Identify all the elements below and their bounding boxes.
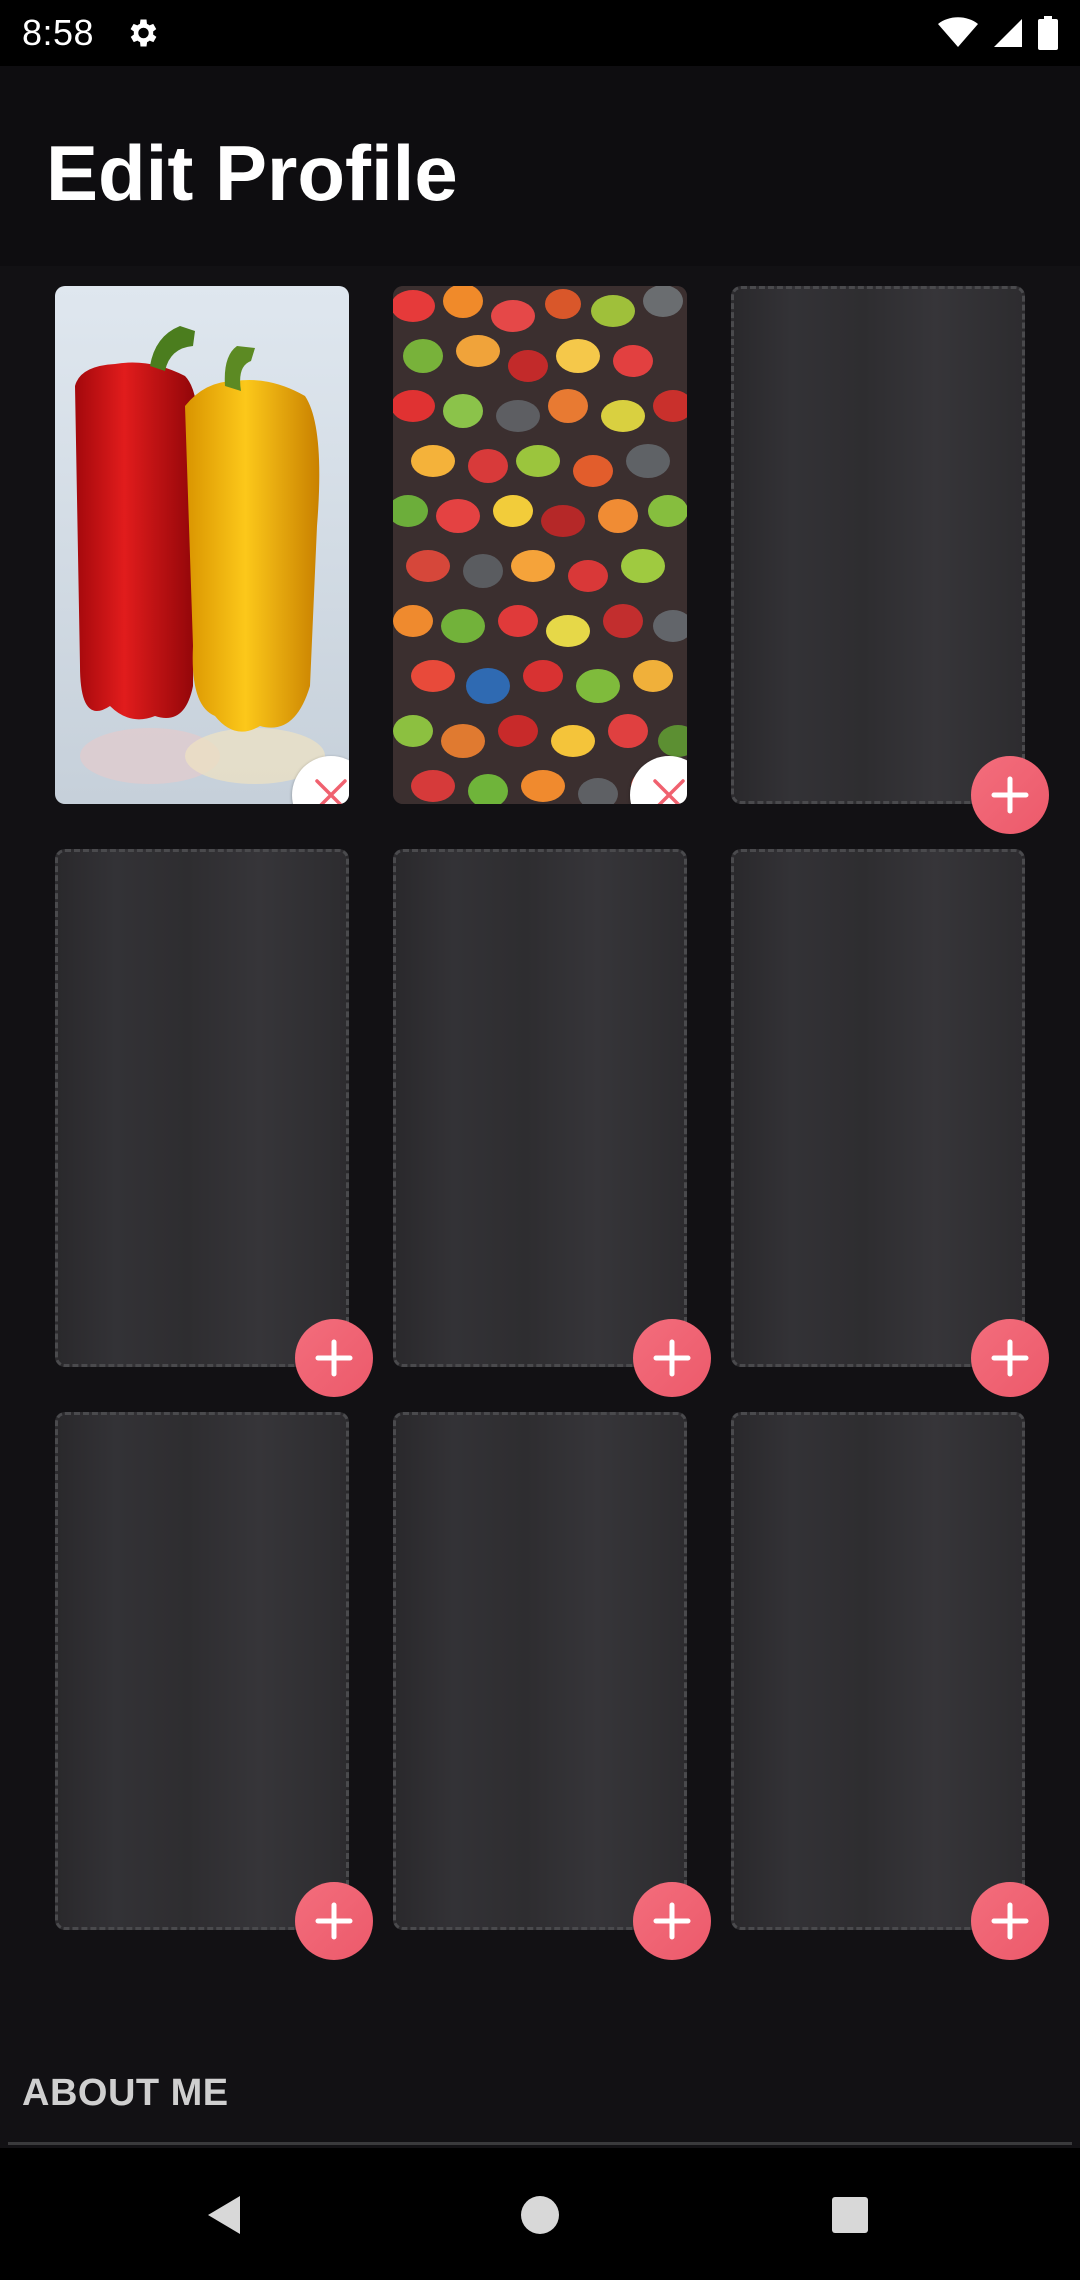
navigation-bar — [0, 2148, 1080, 2280]
about-me-divider — [8, 2142, 1072, 2145]
add-photo-button[interactable] — [633, 1882, 711, 1960]
plus-icon — [653, 1339, 691, 1377]
edit-profile-screen: 8:58 Edit Profile ABOUT ME — [0, 0, 1080, 2280]
plus-icon — [315, 1902, 353, 1940]
plus-icon — [991, 1902, 1029, 1940]
photo-slot-6[interactable] — [731, 849, 1049, 1397]
home-icon[interactable] — [515, 2190, 565, 2240]
photo-slot-3[interactable] — [731, 286, 1049, 834]
wifi-icon — [938, 17, 978, 49]
add-photo-button[interactable] — [295, 1319, 373, 1397]
status-bar: 8:58 — [0, 0, 1080, 66]
plus-icon — [315, 1339, 353, 1377]
photo-slot-8[interactable] — [393, 1412, 711, 1960]
close-icon — [315, 779, 347, 804]
photo-slot-9[interactable] — [731, 1412, 1049, 1960]
plus-icon — [991, 1339, 1029, 1377]
add-photo-button[interactable] — [295, 1882, 373, 1960]
add-photo-button[interactable] — [633, 1319, 711, 1397]
photo-slot-1[interactable] — [55, 286, 349, 804]
peppers-photo — [55, 286, 349, 804]
photo-grid — [0, 266, 1080, 1966]
status-time: 8:58 — [22, 12, 95, 53]
header: Edit Profile — [0, 66, 1080, 266]
battery-icon — [1038, 16, 1058, 50]
cell-signal-icon — [992, 17, 1024, 49]
add-photo-button[interactable] — [971, 1882, 1049, 1960]
page-title: Edit Profile — [46, 129, 458, 217]
about-me-heading: ABOUT ME — [22, 2072, 229, 2114]
jelly-beans-photo — [393, 286, 687, 804]
close-icon — [653, 779, 685, 804]
gear-icon — [124, 15, 160, 51]
add-photo-button[interactable] — [971, 1319, 1049, 1397]
recents-icon[interactable] — [825, 2190, 875, 2240]
plus-icon — [991, 776, 1029, 814]
photo-slot-5[interactable] — [393, 849, 711, 1397]
back-icon[interactable] — [200, 2190, 250, 2240]
photo-slot-2[interactable] — [393, 286, 687, 804]
plus-icon — [653, 1902, 691, 1940]
photo-slot-4[interactable] — [55, 849, 373, 1397]
add-photo-button[interactable] — [971, 756, 1049, 834]
photo-slot-7[interactable] — [55, 1412, 373, 1960]
